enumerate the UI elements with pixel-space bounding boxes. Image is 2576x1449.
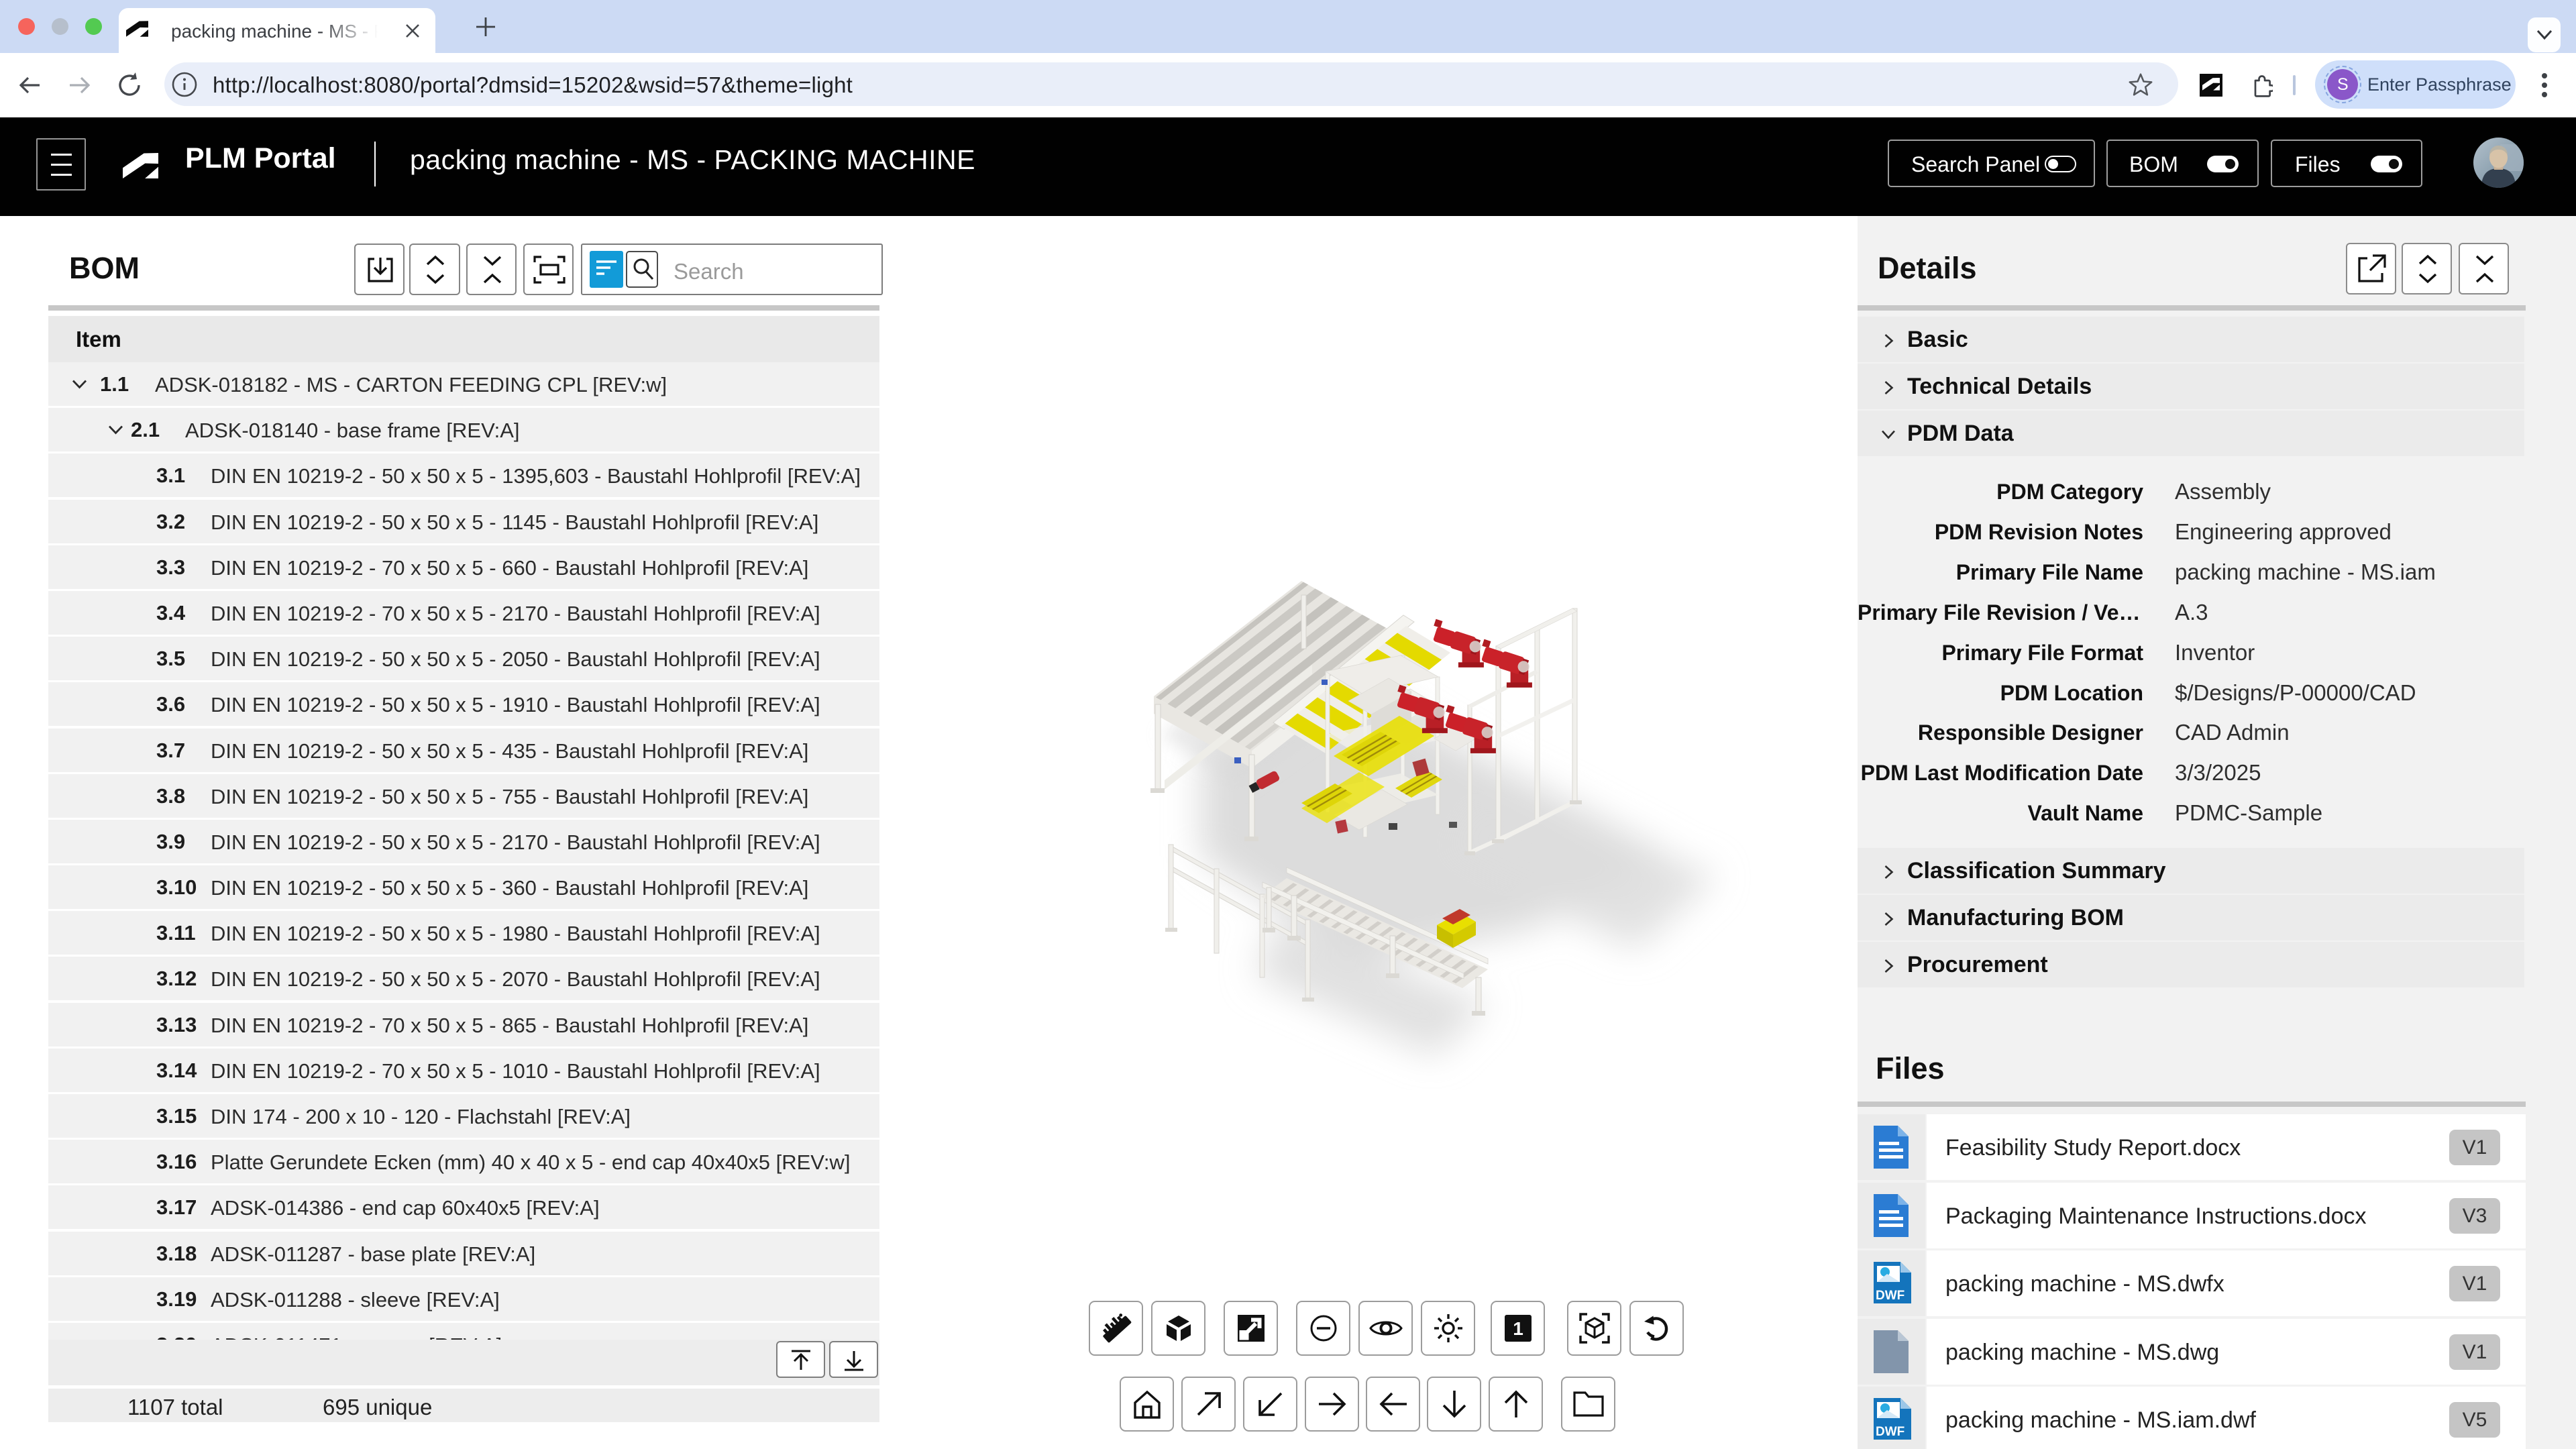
svg-text:1: 1 xyxy=(1513,1318,1523,1339)
svg-text:DWF: DWF xyxy=(1876,1289,1904,1303)
svg-text:DWF: DWF xyxy=(1876,1425,1904,1439)
